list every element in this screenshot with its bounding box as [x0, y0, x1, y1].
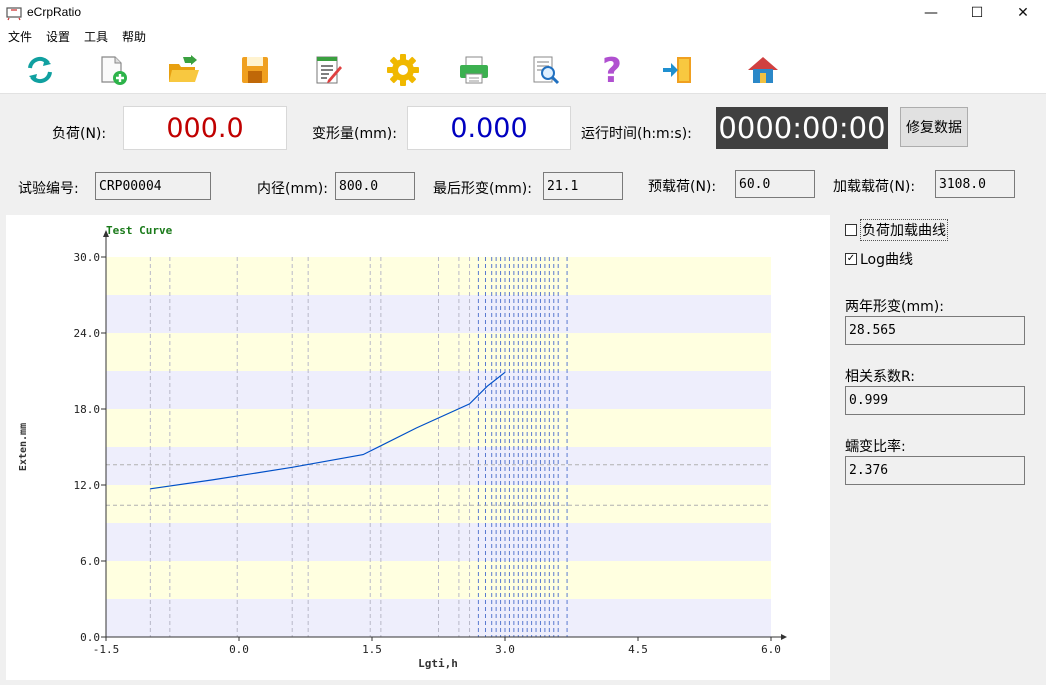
- menu-tools[interactable]: 工具: [84, 28, 108, 45]
- y-tick-label: 18.0: [74, 403, 101, 416]
- app-icon: [6, 7, 22, 21]
- creep-ratio-field[interactable]: 2.376: [845, 456, 1025, 485]
- repair-data-button[interactable]: 修复数据: [900, 107, 968, 147]
- runtime-display: 0000:00:00: [716, 107, 888, 149]
- print-preview-icon[interactable]: [527, 52, 563, 88]
- print-icon[interactable]: [456, 52, 492, 88]
- x-tick-label: 1.5: [362, 643, 382, 656]
- y-tick-label: 30.0: [74, 251, 101, 264]
- menu-help[interactable]: 帮助: [122, 28, 146, 45]
- log-curve-checkbox-box[interactable]: ✓: [845, 253, 857, 265]
- menu-settings[interactable]: 设置: [46, 28, 70, 45]
- preload-label: 预载荷(N):: [648, 179, 717, 195]
- load-display: 000.0: [123, 106, 287, 150]
- load-label: 负荷(N):: [52, 126, 107, 142]
- x-axis-arrow: [781, 634, 787, 640]
- new-file-icon[interactable]: [95, 52, 131, 88]
- save-icon[interactable]: [237, 52, 273, 88]
- plot-band: [106, 447, 771, 485]
- x-tick-label: 3.0: [495, 643, 515, 656]
- svg-text:?: ?: [602, 53, 622, 87]
- exit-icon[interactable]: [660, 52, 696, 88]
- title-bar: eCrpRatio — ☐ ✕: [0, 0, 1046, 26]
- correlation-label: 相关系数R:: [845, 369, 916, 385]
- two-year-deformation-field[interactable]: 28.565: [845, 316, 1025, 345]
- y-tick-label: 6.0: [80, 555, 100, 568]
- log-curve-checkbox[interactable]: ✓ Log曲线: [845, 249, 913, 269]
- load-curve-checkbox-box[interactable]: [845, 224, 857, 236]
- deformation-label: 变形量(mm):: [312, 126, 397, 142]
- open-folder-icon[interactable]: [166, 52, 202, 88]
- settings-gear-icon[interactable]: [385, 52, 421, 88]
- plot-band: [106, 523, 771, 561]
- load-curve-checkbox-label: 负荷加载曲线: [860, 219, 948, 241]
- deformation-display: 0.000: [407, 106, 571, 150]
- x-tick-label: -1.5: [93, 643, 120, 656]
- runtime-label: 运行时间(h:m:s):: [581, 126, 692, 142]
- chart-svg: 0.06.012.018.024.030.0-1.5 0.0 1.5 3.0 4.5 6.…: [18, 224, 787, 670]
- last-deformation-label: 最后形变(mm):: [433, 181, 532, 197]
- close-button[interactable]: ✕: [1000, 0, 1046, 26]
- load-curve-checkbox[interactable]: 负荷加载曲线: [845, 219, 948, 241]
- preload-field[interactable]: 60.0: [735, 170, 815, 198]
- x-tick-label: 0.0: [229, 643, 249, 656]
- creep-ratio-label: 蠕变比率:: [845, 439, 906, 455]
- edit-report-icon[interactable]: [310, 52, 346, 88]
- y-tick-label: 12.0: [74, 479, 101, 492]
- window-title: eCrpRatio: [27, 5, 82, 19]
- chart-title: Test Curve: [106, 224, 173, 237]
- x-tick-label: 6.0: [761, 643, 781, 656]
- inner-diameter-label: 内径(mm):: [257, 181, 328, 197]
- help-icon[interactable]: ?: [594, 52, 630, 88]
- refresh-icon[interactable]: [22, 52, 58, 88]
- plot-band: [106, 257, 771, 295]
- correlation-field[interactable]: 0.999: [845, 386, 1025, 415]
- test-number-label: 试验编号:: [18, 181, 79, 197]
- log-curve-checkbox-label: Log曲线: [860, 252, 914, 268]
- y-axis-label: Exten.mm: [18, 423, 29, 471]
- x-tick-label: 4.5: [628, 643, 648, 656]
- toolbar: ?: [0, 46, 1046, 94]
- minimize-button[interactable]: —: [908, 0, 954, 26]
- last-deformation-field[interactable]: 21.1: [543, 172, 623, 200]
- applied-load-label: 加载载荷(N):: [833, 179, 916, 195]
- home-icon[interactable]: [745, 52, 781, 88]
- menu-file[interactable]: 文件: [8, 28, 32, 45]
- menu-bar: 文件 设置 工具 帮助: [0, 26, 1046, 46]
- applied-load-field[interactable]: 3108.0: [935, 170, 1015, 198]
- test-number-field[interactable]: CRP00004: [95, 172, 211, 200]
- y-tick-label: 24.0: [74, 327, 101, 340]
- inner-diameter-field[interactable]: 800.0: [335, 172, 415, 200]
- test-curve-chart: 0.0 6.0 12.0 18.0 24.0 30.0 -1.5 0.0 1.5 3.0 4.5 6.…: [6, 215, 830, 680]
- two-year-deformation-label: 两年形变(mm):: [845, 299, 944, 315]
- x-axis-label: Lgti,h: [418, 657, 458, 670]
- maximize-button[interactable]: ☐: [954, 0, 1000, 26]
